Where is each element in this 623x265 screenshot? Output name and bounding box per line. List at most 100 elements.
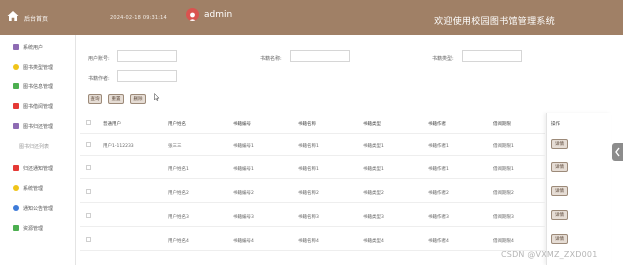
cell-type: 书籍类型1 [363,144,384,149]
sidebar-item-label: 图书归还管理 [23,123,54,130]
sidebar-item-system-management[interactable]: 系统管理 [0,181,75,195]
current-datetime: 2024-02-18 09:31:14 [110,15,167,21]
sidebar-item-label: 图书类型管理 [23,64,54,71]
column-header: 操作 [551,122,560,127]
watermark: CSDN @VXMZ_ZXD001 [501,250,598,259]
row-checkbox[interactable] [86,237,91,242]
notice-icon [13,165,19,171]
cell-type: 书籍类型3 [363,215,384,220]
cell-period: 借阅期限3 [493,215,514,220]
sidebar-item-book-borrow[interactable]: 图书借阅管理 [0,99,75,113]
side-panel-toggle[interactable] [612,143,623,161]
row-divider [80,250,545,251]
cell-code: 书籍编号2 [233,191,254,196]
avatar[interactable] [186,8,199,21]
sidebar-item-label: 系统用户 [23,44,44,51]
sidebar-item-label: 图书归还列表 [19,143,50,150]
cell-name: 用户姓名3 [168,215,189,220]
sidebar-item-resources[interactable]: 资源管理 [0,221,75,235]
cell-period: 借阅期限4 [493,239,514,244]
home-icon[interactable] [7,10,19,22]
select-all-checkbox[interactable] [86,120,91,125]
mouse-cursor-icon [154,93,160,101]
cell-title: 书籍名称4 [298,239,319,244]
reset-button[interactable]: 重置 [108,94,124,104]
user-icon [13,44,19,50]
row-checkbox[interactable] [86,165,91,170]
sidebar-subitem-return-list[interactable]: 图书归还列表 [0,139,75,153]
detail-button[interactable]: 详情 [551,210,568,220]
row-divider [80,226,545,227]
cell-name: 张三三 [168,144,182,149]
cell-account: 用户1-112233 [103,144,134,149]
sidebar-item-label: 资源管理 [23,225,44,232]
book-icon [13,83,19,89]
cell-title: 书籍名称1 [298,167,319,172]
cell-name: 用户姓名1 [168,167,189,172]
header-divider [80,133,545,134]
cell-author: 书籍作者2 [428,191,449,196]
cell-author: 书籍作者1 [428,167,449,172]
row-divider [80,178,545,179]
book-name-input[interactable] [290,50,350,62]
detail-button[interactable]: 详情 [551,139,568,149]
book-type-input[interactable] [462,50,522,62]
column-header: 书籍作者 [428,122,446,127]
sidebar: 系统用户 图书类型管理 图书信息管理 图书借阅管理 图书归还管理 图书归还列表 … [0,35,76,265]
row-checkbox[interactable] [86,142,91,147]
settings-icon [13,185,19,191]
user-avatar-icon [188,12,197,21]
delete-button[interactable]: 删除 [130,94,146,104]
cell-author: 书籍作者4 [428,239,449,244]
sidebar-item-book-return[interactable]: 图书归还管理 [0,119,75,133]
tag-icon [13,64,19,70]
cell-author: 书籍作者1 [428,144,449,149]
book-type-label: 书籍类型: [432,56,454,62]
top-navigation-bar: 后台首页 2024-02-18 09:31:14 admin 欢迎使用校园图书馆… [0,0,623,35]
cell-code: 书籍编号4 [233,239,254,244]
sidebar-item-book-info[interactable]: 图书信息管理 [0,79,75,93]
detail-button[interactable]: 详情 [551,234,568,244]
sidebar-item-return-notice[interactable]: 归还通知管理 [0,161,75,175]
sidebar-item-label: 通知公告管理 [23,205,54,212]
column-header: 书籍类型 [363,122,381,127]
row-checkbox[interactable] [86,213,91,218]
cell-title: 书籍名称1 [298,144,319,149]
site-title: 欢迎使用校园图书馆管理系统 [434,17,555,27]
cell-period: 借阅期限2 [493,191,514,196]
search-button[interactable]: 查询 [88,94,102,104]
row-checkbox[interactable] [86,189,91,194]
sidebar-item-announcements[interactable]: 通知公告管理 [0,201,75,215]
cell-title: 书籍名称3 [298,215,319,220]
row-divider [80,202,545,203]
column-header: 普通用户 [103,122,121,127]
sidebar-item-label: 图书信息管理 [23,83,54,90]
cell-type: 书籍类型4 [363,239,384,244]
announcement-icon [13,205,19,211]
sidebar-item-label: 图书借阅管理 [23,103,54,110]
cell-type: 书籍类型2 [363,191,384,196]
cell-name: 用户姓名2 [168,191,189,196]
detail-button[interactable]: 详情 [551,162,568,172]
book-author-input[interactable] [117,70,177,82]
cell-code: 书籍编号3 [233,215,254,220]
sidebar-item-label: 归还通知管理 [23,165,54,172]
resource-icon [13,225,19,231]
book-name-label: 书籍名称: [260,56,282,62]
cell-code: 书籍编号1 [233,167,254,172]
sidebar-item-label: 系统管理 [23,185,44,192]
borrow-icon [13,103,19,109]
cell-period: 借阅期限1 [493,144,514,149]
row-divider [80,155,545,156]
username[interactable]: admin [204,10,232,20]
sidebar-item-system-users[interactable]: 系统用户 [0,40,75,54]
cell-title: 书籍名称2 [298,191,319,196]
home-link[interactable]: 后台首页 [24,14,48,23]
chevron-left-icon [615,147,620,157]
book-author-label: 书籍作者: [88,76,110,82]
sidebar-item-book-types[interactable]: 图书类型管理 [0,60,75,74]
detail-button[interactable]: 详情 [551,186,568,196]
column-header: 借阅期限 [493,122,511,127]
user-account-input[interactable] [117,50,177,62]
cell-author: 书籍作者3 [428,215,449,220]
